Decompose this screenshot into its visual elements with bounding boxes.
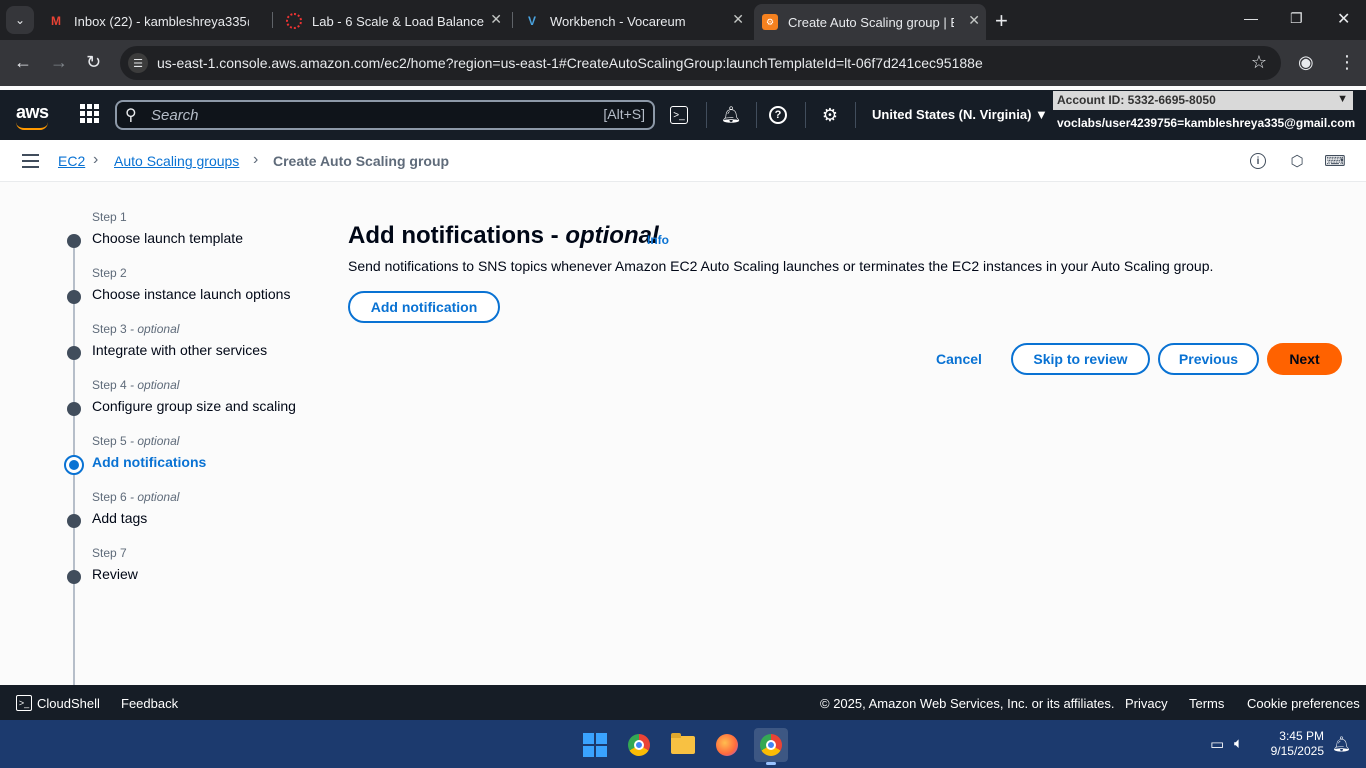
- notifications-bell-icon[interactable]: 🔔︎: [719, 103, 743, 127]
- add-notification-button[interactable]: Add notification: [348, 291, 500, 323]
- breadcrumb-current: Create Auto Scaling group: [273, 153, 450, 169]
- feedback-link[interactable]: Feedback: [121, 696, 178, 711]
- account-info-banner[interactable]: Account ID: 5332-6695-8050 ▼: [1053, 91, 1353, 110]
- divider: [855, 102, 856, 128]
- privacy-link[interactable]: Privacy: [1125, 696, 1168, 711]
- step-indicator-active: [64, 455, 84, 475]
- cloudshell-link[interactable]: CloudShell: [37, 696, 100, 711]
- search-icon: ⚲: [125, 107, 137, 124]
- divider: [756, 102, 757, 128]
- info-link[interactable]: Info: [647, 233, 669, 247]
- caret-down-icon: ▼: [1337, 93, 1348, 105]
- close-tab-icon[interactable]: ✕: [732, 11, 744, 28]
- restore-icon[interactable]: ❐: [1290, 10, 1303, 27]
- vocareum-icon: V: [527, 14, 536, 28]
- firefox-icon: [716, 734, 738, 756]
- console-search[interactable]: ⚲ [Alt+S]: [115, 100, 655, 130]
- chrome-icon: [628, 734, 650, 756]
- aws-logo[interactable]: aws: [16, 102, 49, 130]
- divider: [706, 102, 707, 128]
- tab-separator: [512, 12, 513, 28]
- browser-tab-gmail[interactable]: M Inbox (22) - kambleshreya335@: [48, 6, 263, 36]
- chrome-icon: [760, 734, 782, 756]
- resource-icon[interactable]: ⬡: [1288, 152, 1306, 170]
- help-icon[interactable]: ?: [769, 106, 787, 124]
- next-button[interactable]: Next: [1267, 343, 1342, 375]
- minimize-icon[interactable]: —: [1244, 10, 1258, 26]
- page-description: Send notifications to SNS topics wheneve…: [348, 258, 1214, 274]
- aws-console-header: aws ⚲ [Alt+S] >_ 🔔︎ ? ⚙ United States (N…: [0, 90, 1366, 140]
- breadcrumb-bar: EC2 › Auto Scaling groups › Create Auto …: [0, 140, 1366, 182]
- profile-icon[interactable]: ◉: [1298, 52, 1314, 73]
- cloudshell-icon[interactable]: >_: [670, 106, 688, 124]
- notification-bell-icon[interactable]: 🔔︎: [1332, 735, 1351, 753]
- back-icon[interactable]: ←: [14, 52, 32, 73]
- bookmark-star-icon[interactable]: ☆: [1251, 52, 1267, 73]
- display-icon[interactable]: ▭: [1210, 735, 1224, 753]
- browser-menu-icon[interactable]: ⋮: [1338, 52, 1356, 73]
- services-grid-icon[interactable]: [80, 104, 99, 123]
- step-indicator: [67, 514, 81, 528]
- system-clock[interactable]: 3:45 PM 9/15/2025: [1262, 729, 1324, 759]
- skip-to-review-button[interactable]: Skip to review: [1011, 343, 1150, 375]
- cancel-button[interactable]: Cancel: [928, 343, 990, 375]
- breadcrumb-ec2[interactable]: EC2: [58, 153, 85, 169]
- browser-tab-create-asg[interactable]: ⚙ Create Auto Scaling group | EC2 ✕: [754, 4, 986, 40]
- cookie-preferences-link[interactable]: Cookie preferences: [1247, 696, 1360, 711]
- folder-icon: [671, 733, 695, 754]
- browser-tab-lab[interactable]: Lab - 6 Scale & Load Balance yo ✕: [286, 6, 508, 36]
- address-bar[interactable]: ☰ us-east-1.console.aws.amazon.com/ec2/h…: [120, 46, 1281, 80]
- new-tab-icon[interactable]: +: [995, 8, 1008, 34]
- info-panel-icon[interactable]: i: [1250, 153, 1266, 169]
- taskbar-chrome-active[interactable]: [754, 728, 788, 765]
- close-tab-icon[interactable]: ✕: [968, 12, 980, 29]
- settings-gear-icon[interactable]: ⚙: [818, 103, 842, 127]
- console-footer: >_ CloudShell Feedback © 2025, Amazon We…: [0, 685, 1366, 720]
- canvas-icon: [286, 13, 302, 29]
- windows-logo-icon: [583, 733, 607, 757]
- page-title: Add notifications - optional: [348, 222, 659, 249]
- cloudshell-icon[interactable]: >_: [16, 695, 32, 711]
- previous-button[interactable]: Previous: [1158, 343, 1259, 375]
- search-shortcut-hint: [Alt+S]: [603, 106, 645, 122]
- windows-taskbar: ▭ 🔈︎ 3:45 PM 9/15/2025 🔔︎: [0, 720, 1366, 768]
- browser-tab-workbench[interactable]: V Workbench - Vocareum ✕: [524, 6, 750, 36]
- tab-separator: [272, 12, 273, 28]
- taskbar-firefox[interactable]: [710, 728, 744, 762]
- step-indicator: [67, 570, 81, 584]
- step-indicator: [67, 290, 81, 304]
- browser-toolbar: ← → ↻ ☰ us-east-1.console.aws.amazon.com…: [0, 40, 1366, 86]
- chevron-right-icon: ›: [93, 151, 99, 168]
- step-indicator: [67, 234, 81, 248]
- reload-icon[interactable]: ↻: [86, 52, 101, 73]
- breadcrumb-auto-scaling-groups[interactable]: Auto Scaling groups: [114, 153, 239, 169]
- windows-start-button[interactable]: [578, 728, 612, 762]
- step-indicator: [67, 402, 81, 416]
- search-input[interactable]: [151, 105, 591, 125]
- caret-down-icon: ▼: [1035, 107, 1048, 122]
- close-tab-icon[interactable]: ✕: [490, 11, 502, 28]
- step-indicator: [67, 346, 81, 360]
- gmail-icon: M: [51, 14, 61, 28]
- region-selector[interactable]: United States (N. Virginia) ▼: [872, 107, 1048, 122]
- side-nav-menu-icon[interactable]: [22, 154, 39, 172]
- aws-icon: ⚙: [762, 14, 778, 30]
- divider: [805, 102, 806, 128]
- volume-icon[interactable]: 🔈︎: [1234, 735, 1243, 752]
- browser-tab-strip: ⌄ M Inbox (22) - kambleshreya335@ Lab - …: [0, 0, 1366, 40]
- forward-icon[interactable]: →: [50, 52, 68, 73]
- taskbar-chrome[interactable]: [622, 728, 656, 762]
- site-info-icon[interactable]: ☰: [128, 53, 148, 73]
- tutorial-panel-icon[interactable]: ⌨: [1324, 152, 1346, 170]
- copyright-text: © 2025, Amazon Web Services, Inc. or its…: [820, 696, 1115, 711]
- terms-link[interactable]: Terms: [1189, 696, 1224, 711]
- tab-search-chevron-icon[interactable]: ⌄: [6, 6, 34, 34]
- user-account[interactable]: voclabs/user4239756=kambleshreya335@gmai…: [1057, 116, 1355, 130]
- chevron-right-icon: ›: [253, 151, 259, 168]
- close-window-icon[interactable]: ✕: [1337, 9, 1350, 29]
- taskbar-file-explorer[interactable]: [666, 728, 700, 762]
